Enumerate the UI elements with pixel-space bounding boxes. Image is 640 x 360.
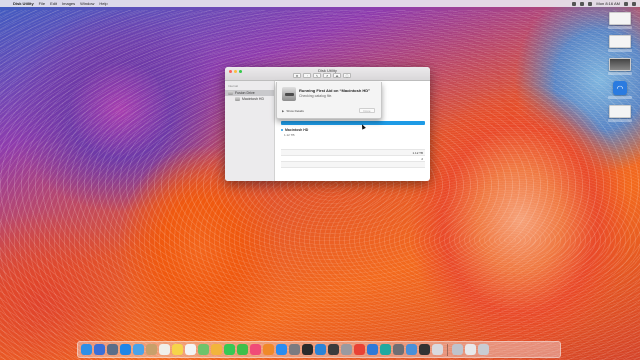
- document-stack-icon[interactable]: [465, 344, 476, 355]
- menu-help[interactable]: Help: [99, 1, 107, 6]
- calendar-icon[interactable]: [159, 344, 170, 355]
- contacts-icon[interactable]: [146, 344, 157, 355]
- sidebar: Internal Fusion Drive Macintosh HD: [225, 81, 275, 181]
- finder-icon[interactable]: [81, 344, 92, 355]
- usage-bar: [281, 121, 425, 125]
- desktop-icon-screenshot[interactable]: [606, 105, 634, 122]
- erase-button[interactable]: ✎: [313, 73, 321, 78]
- disk-icon: [282, 87, 296, 101]
- itunes-icon[interactable]: [250, 344, 261, 355]
- sidebar-item-label: Fusion Drive: [235, 91, 255, 95]
- app-teal-icon[interactable]: [380, 344, 391, 355]
- notification-center-icon[interactable]: [632, 1, 636, 6]
- launchpad-rocket-icon[interactable]: [107, 344, 118, 355]
- show-details-label: Show Details: [286, 109, 304, 113]
- desktop-icon-caption: [608, 49, 632, 52]
- sidebar-item-macintosh-hd[interactable]: Macintosh HD: [225, 96, 274, 102]
- messages-icon[interactable]: [224, 344, 235, 355]
- sidebar-item-label: Macintosh HD: [242, 97, 264, 101]
- wallpaper-pattern: [0, 10, 640, 360]
- desktop-icon-caption: [608, 26, 632, 29]
- menu-app-name[interactable]: Disk Utility: [13, 1, 34, 6]
- downloads-stack-icon[interactable]: [452, 344, 463, 355]
- file-thumbnail-icon: [609, 105, 631, 118]
- app-light-icon[interactable]: [432, 344, 443, 355]
- spotlight-icon[interactable]: [624, 1, 628, 6]
- info-button[interactable]: ⓘ: [343, 73, 351, 78]
- file-thumbnail-icon: [609, 58, 631, 71]
- wifi-app-icon[interactable]: [315, 344, 326, 355]
- app-dark-icon[interactable]: [419, 344, 430, 355]
- mail-icon[interactable]: [133, 344, 144, 355]
- volume-icon: [235, 97, 240, 101]
- menu-edit[interactable]: Edit: [50, 1, 57, 6]
- dock-separator: [447, 343, 448, 356]
- wifi-status-icon[interactable]: [572, 1, 577, 6]
- activity-monitor-icon[interactable]: [302, 344, 313, 355]
- file-thumbnail-icon: [609, 12, 631, 25]
- desktop-icon-caption: [608, 119, 632, 122]
- file-thumbnail-icon: [609, 35, 631, 48]
- chrome-icon[interactable]: [354, 344, 365, 355]
- info-value: 2: [421, 156, 423, 161]
- show-details-toggle[interactable]: ▶ Show Details: [282, 109, 304, 113]
- menu-file[interactable]: File: [39, 1, 45, 6]
- desktop-icon-screenshot[interactable]: [606, 12, 634, 29]
- table-row: [281, 167, 425, 173]
- status-area: Mon 8:16 AM: [568, 1, 636, 6]
- done-button[interactable]: Done: [359, 108, 375, 113]
- wifi-icon: ◠: [613, 81, 627, 95]
- desktop-icons: ◠: [606, 12, 634, 128]
- hard-drive-icon: [228, 91, 233, 95]
- reminders-icon[interactable]: [185, 344, 196, 355]
- dock: [77, 341, 561, 358]
- sheet-status: Checking catalog file.: [299, 94, 333, 98]
- first-aid-sheet: Running First Aid on “Macintosh HD” Chec…: [276, 82, 382, 119]
- photos-icon[interactable]: [211, 344, 222, 355]
- disk-utility-icon[interactable]: [341, 344, 352, 355]
- desktop-icon-caption: [608, 72, 632, 75]
- trash-icon[interactable]: [478, 344, 489, 355]
- facetime-icon[interactable]: [237, 344, 248, 355]
- sheet-title: Running First Aid on “Macintosh HD”: [299, 88, 371, 93]
- window-titlebar[interactable]: Disk Utility ✚ ◔ ✎ ↺ ⏏ ⓘ: [225, 67, 430, 81]
- maps-icon[interactable]: [198, 344, 209, 355]
- terminal-icon[interactable]: [328, 344, 339, 355]
- safari-icon[interactable]: [120, 344, 131, 355]
- desktop-icon-screenshot[interactable]: [606, 35, 634, 52]
- apple-menu-icon[interactable]: [4, 1, 9, 6]
- menu-window[interactable]: Window: [80, 1, 94, 6]
- first-aid-button[interactable]: ✚: [293, 73, 301, 78]
- volume-name: Macintosh HD: [285, 128, 309, 132]
- info-value: 1.12 TB: [412, 150, 423, 155]
- notes-icon[interactable]: [172, 344, 183, 355]
- ibooks-icon[interactable]: [263, 344, 274, 355]
- volume-status-icon[interactable]: [580, 1, 585, 6]
- app-gray-icon[interactable]: [393, 344, 404, 355]
- disclosure-triangle-icon: ▶: [282, 109, 285, 113]
- safari-compass-icon[interactable]: [94, 344, 105, 355]
- app-blue-icon[interactable]: [367, 344, 378, 355]
- volume-color-dot: [281, 129, 283, 131]
- preview-icon[interactable]: [406, 344, 417, 355]
- menu-bar: Disk Utility File Edit Images Window Hel…: [0, 0, 640, 7]
- restore-button[interactable]: ↺: [323, 73, 331, 78]
- desktop-icon-screenshot[interactable]: [606, 58, 634, 75]
- info-table: 1.12 TB 2: [281, 149, 425, 173]
- wallpaper-pattern-2: [0, 10, 640, 360]
- battery-status-icon[interactable]: [588, 1, 593, 6]
- window-toolbar: ✚ ◔ ✎ ↺ ⏏ ⓘ: [293, 73, 353, 78]
- mount-button[interactable]: ⏏: [333, 73, 341, 78]
- menu-images[interactable]: Images: [62, 1, 75, 6]
- menubar-clock[interactable]: Mon 8:16 AM: [596, 1, 620, 6]
- partition-button[interactable]: ◔: [303, 73, 311, 78]
- desktop-icon-wifi[interactable]: ◠: [606, 81, 634, 99]
- sidebar-section-internal: Internal: [228, 84, 239, 88]
- desktop-icon-caption: [608, 96, 632, 99]
- app-store-icon[interactable]: [276, 344, 287, 355]
- volume-legend: Macintosh HD: [281, 128, 308, 132]
- system-preferences-icon[interactable]: [289, 344, 300, 355]
- volume-size: 1.12 TB: [284, 133, 295, 137]
